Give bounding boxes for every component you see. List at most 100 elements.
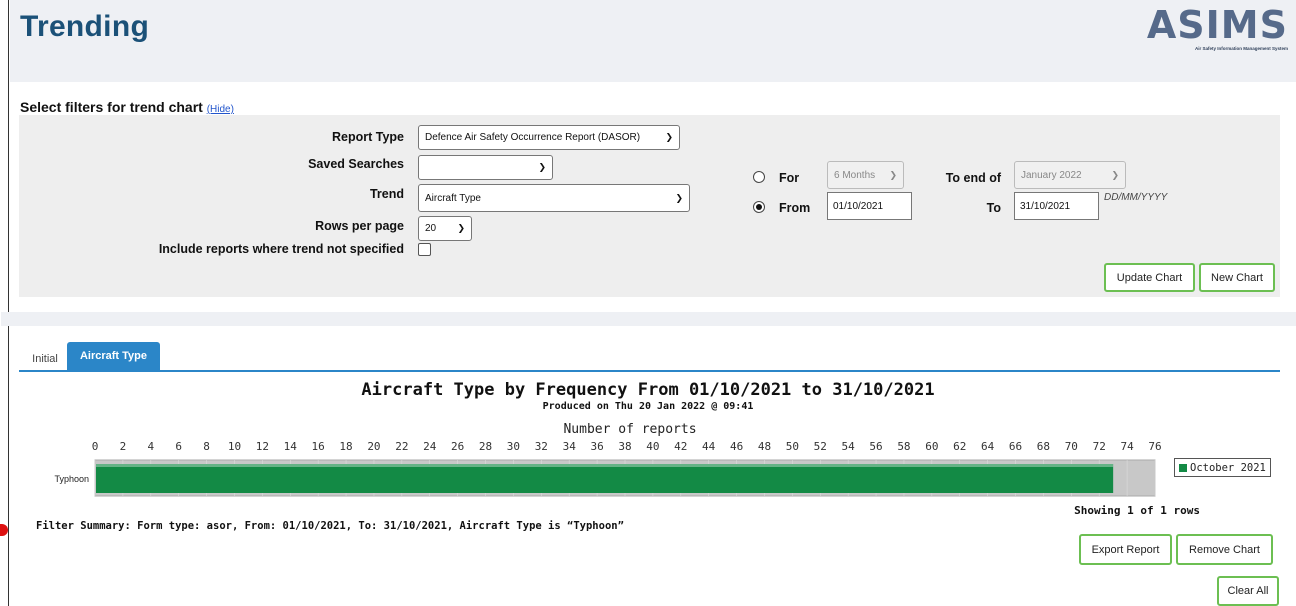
chevron-down-icon: ❯ [675, 192, 683, 203]
x-tick-label: 22 [395, 440, 408, 453]
filter-summary: Filter Summary: Form type: asor, From: 0… [36, 520, 624, 532]
x-tick-label: 54 [842, 440, 856, 453]
x-tick-label: 4 [147, 440, 154, 453]
to-end-of-value: January 2022 [1021, 169, 1082, 181]
hide-filters-link[interactable]: (Hide) [207, 104, 234, 115]
new-chart-button[interactable]: New Chart [1199, 263, 1275, 292]
x-tick-label: 14 [284, 440, 298, 453]
chart-legend: October 2021 [1174, 458, 1271, 477]
x-tick-label: 26 [451, 440, 464, 453]
x-tick-label: 28 [479, 440, 492, 453]
x-tick-label: 32 [535, 440, 548, 453]
report-type-value: Defence Air Safety Occurrence Report (DA… [425, 132, 641, 143]
x-tick-label: 42 [674, 440, 687, 453]
for-period-select[interactable]: 6 Months ❯ [827, 161, 904, 189]
x-tick-label: 56 [869, 440, 882, 453]
chart-tabs: Initial Aircraft Type [19, 342, 1280, 372]
x-tick-label: 60 [925, 440, 938, 453]
x-tick-label: 24 [423, 440, 437, 453]
trend-label: Trend [369, 187, 404, 201]
chevron-down-icon: ❯ [457, 223, 465, 233]
asims-logo: ASIMS Air Safety Information Management … [1138, 4, 1288, 52]
for-radio[interactable] [753, 171, 765, 183]
chart-title: Aircraft Type by Frequency From 01/10/20… [361, 380, 935, 400]
logo-text: ASIMS [1146, 3, 1288, 47]
y-category-label: Typhoon [54, 474, 89, 484]
from-date-input[interactable]: 01/10/2021 [827, 192, 912, 220]
x-tick-label: 64 [981, 440, 995, 453]
tab-aircraft-type[interactable]: Aircraft Type [67, 342, 160, 370]
chart-subtitle: Produced on Thu 20 Jan 2022 @ 09:41 [542, 401, 754, 412]
chevron-down-icon: ❯ [1111, 169, 1119, 180]
x-tick-label: 40 [646, 440, 659, 453]
chevron-down-icon: ❯ [665, 132, 673, 142]
tab-initial[interactable]: Initial [27, 348, 63, 370]
saved-searches-label: Saved Searches [308, 157, 404, 171]
x-tick-label: 20 [367, 440, 380, 453]
section-divider [1, 312, 1296, 326]
legend-swatch [1179, 463, 1187, 472]
x-tick-label: 44 [702, 440, 716, 453]
x-tick-label: 34 [563, 440, 577, 453]
filters-box: Report Type Defence Air Safety Occurrenc… [19, 115, 1280, 297]
page-title: Trending [20, 10, 150, 43]
trend-value: Aircraft Type [425, 192, 481, 204]
rows-per-page-label: Rows per page [315, 219, 404, 233]
bar-chart: 0 2 4 6 8 10 12 14 16 18 20 22 24 26 28 30 32 34 36 38 40 42 4… [54, 440, 1162, 497]
report-type-select[interactable]: Defence Air Safety Occurrence Report (DA… [418, 125, 680, 150]
page-edge-marker [0, 524, 8, 536]
to-label: To [986, 201, 1001, 215]
trend-select[interactable]: Aircraft Type ❯ [418, 184, 690, 212]
include-unspecified-checkbox[interactable] [418, 243, 431, 256]
report-type-label: Report Type [332, 130, 404, 144]
include-unspecified-label: Include reports where trend not specifie… [158, 242, 404, 256]
chevron-down-icon: ❯ [538, 162, 546, 172]
x-tick-label: 68 [1037, 440, 1050, 453]
x-tick-label: 8 [203, 440, 210, 453]
update-chart-button[interactable]: Update Chart [1104, 263, 1195, 292]
bar-highlight [96, 464, 1114, 467]
clear-all-button[interactable]: Clear All [1217, 576, 1279, 606]
x-tick-label: 62 [953, 440, 966, 453]
legend-label: October 2021 [1190, 461, 1266, 474]
filters-title: Select filters for trend chart (Hide) [20, 99, 234, 115]
x-tick-label: 74 [1120, 440, 1134, 453]
x-tick-label: 10 [228, 440, 241, 453]
x-tick-label: 72 [1093, 440, 1106, 453]
filters-title-text: Select filters for trend chart [20, 99, 203, 115]
to-end-of-select[interactable]: January 2022 ❯ [1014, 161, 1126, 189]
x-tick-label: 0 [92, 440, 99, 453]
x-tick-label: 2 [120, 440, 127, 453]
to-end-of-label: To end of [945, 171, 1001, 185]
x-tick-label: 70 [1065, 440, 1078, 453]
filters-panel: Select filters for trend chart (Hide) Re… [19, 94, 1280, 312]
page-header: Trending ASIMS Air Safety Information Ma… [10, 0, 1296, 82]
bar-typhoon [96, 464, 1114, 493]
export-report-button[interactable]: Export Report [1079, 534, 1172, 565]
x-tick-label: 18 [339, 440, 352, 453]
from-label: From [779, 201, 811, 215]
x-tick-label: 36 [590, 440, 603, 453]
x-tick-label: 16 [312, 440, 325, 453]
x-axis-label: Number of reports [563, 422, 697, 437]
for-period-value: 6 Months [834, 169, 876, 181]
saved-searches-select[interactable]: ❯ [418, 155, 553, 180]
rows-per-page-select[interactable]: 20 ❯ [418, 216, 472, 241]
x-tick-label: 50 [786, 440, 799, 453]
x-tick-label: 12 [256, 440, 269, 453]
x-tick-label: 48 [758, 440, 771, 453]
row-count: Showing 1 of 1 rows [1074, 504, 1200, 517]
x-tick-label: 6 [175, 440, 182, 453]
rows-per-page-value: 20 [425, 223, 437, 234]
x-tick-label: 76 [1148, 440, 1161, 453]
to-date-input[interactable]: 31/10/2021 [1014, 192, 1099, 220]
x-tick-label: 38 [618, 440, 631, 453]
chevron-down-icon: ❯ [889, 169, 897, 180]
x-tick-label: 46 [730, 440, 743, 453]
from-radio[interactable] [753, 201, 765, 213]
remove-chart-button[interactable]: Remove Chart [1176, 534, 1273, 565]
x-tick-label: 52 [814, 440, 827, 453]
x-tick-label: 66 [1009, 440, 1022, 453]
date-format-hint: DD/MM/YYYY [1104, 192, 1168, 203]
for-label: For [779, 171, 800, 185]
